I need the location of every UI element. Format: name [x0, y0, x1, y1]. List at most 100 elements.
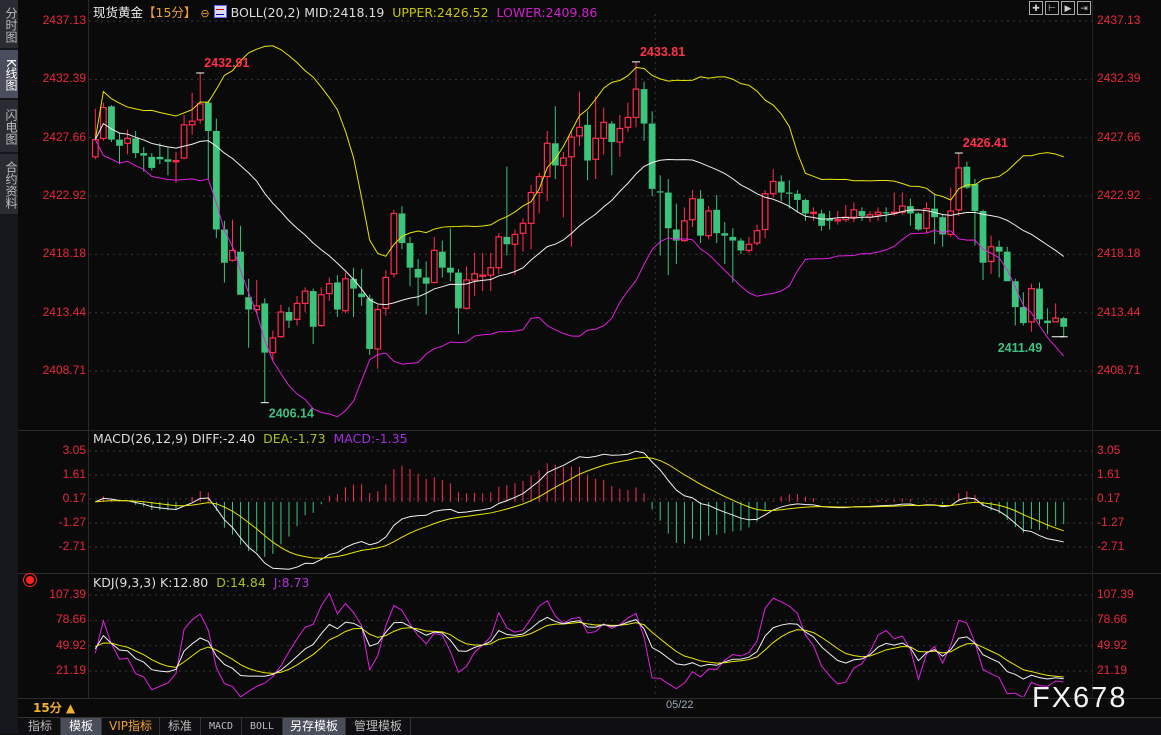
candle-body: [204, 102, 212, 131]
candle: [842, 204, 850, 223]
candle-body: [285, 312, 293, 321]
candle: [705, 206, 713, 240]
candle-body: [277, 311, 285, 338]
candle: [979, 209, 987, 280]
candle-body: [592, 137, 600, 160]
candle: [1052, 303, 1060, 323]
bottom-tab-4[interactable]: MACD: [201, 718, 242, 735]
candle: [584, 111, 591, 181]
candle-body: [511, 233, 519, 245]
candle-body: [737, 240, 745, 251]
candle-body: [1036, 288, 1043, 320]
candle: [664, 179, 672, 276]
candle-body: [777, 181, 785, 193]
candle-body: [971, 183, 979, 212]
candle: [753, 224, 761, 246]
bottom-tab-6[interactable]: 另存模板: [283, 718, 346, 735]
candle: [196, 72, 204, 124]
bottom-tab-0[interactable]: 指标: [20, 718, 61, 735]
indicator-chart-icon[interactable]: [213, 5, 227, 18]
candle-body: [382, 276, 390, 309]
candle: [438, 240, 446, 278]
price-axis-label-right: 2408.71: [1097, 363, 1141, 377]
period-label[interactable]: 【15分】: [143, 5, 196, 20]
candle-body: [559, 157, 567, 167]
candle: [204, 100, 212, 180]
candle: [406, 236, 414, 287]
macd-axis-label-left: 1.61: [62, 467, 86, 481]
macd-axis-label-left: 3.05: [62, 443, 86, 457]
candle-body: [132, 138, 140, 154]
collapse-circle-icon[interactable]: ⊖: [200, 7, 209, 20]
candle: [398, 206, 406, 250]
macd-axis-label-right: 3.05: [1097, 443, 1121, 457]
kdj-header: KDJ(9,3,3) K:12.80 D:14.84 J:8.73: [93, 575, 310, 590]
candle: [479, 252, 487, 292]
move-right-icon[interactable]: ⇥: [1077, 1, 1091, 15]
indicator-settings-dot-icon[interactable]: [26, 576, 34, 584]
chart-title-row: 现货黄金【15分】 ⊖ BOLL(20,2) MID:2418.19 UPPER…: [93, 2, 597, 21]
candle: [519, 218, 527, 252]
kdj-d-label: D:14.84: [216, 575, 266, 590]
price-annotations: 2432.91 2433.81 2426.41 2406.14 2411.49: [196, 45, 1068, 421]
bottom-tab-3[interactable]: 标准: [160, 718, 201, 735]
chart-canvas[interactable]: 2432.91 2433.81 2426.41 2406.14 2411.49: [0, 0, 1161, 734]
macd-axis-label-right: 1.61: [1097, 467, 1121, 481]
candle: [422, 261, 430, 315]
crosshair-icon[interactable]: ✚: [1029, 1, 1043, 15]
bottom-tab-5[interactable]: BOLL: [242, 718, 283, 735]
price-axis-label-right: 2427.66: [1097, 129, 1141, 144]
candle-body: [430, 249, 438, 284]
grid-lines: [89, 14, 1092, 698]
candle-body: [309, 291, 317, 327]
macd-panel: [95, 450, 1065, 570]
candle-body: [317, 294, 325, 327]
candle-body: [446, 267, 454, 273]
price-axis-label-left: 2413.44: [42, 304, 86, 319]
candle: [535, 172, 543, 214]
candle: [1060, 316, 1068, 337]
candle-body: [729, 236, 737, 241]
bottom-tab-1[interactable]: 模板: [61, 718, 102, 735]
candle-body: [503, 236, 511, 245]
candle-body: [487, 267, 495, 276]
candle: [156, 143, 164, 165]
candle-body: [301, 290, 309, 304]
candle: [358, 268, 366, 306]
candle: [446, 228, 454, 282]
time-axis-label: 05/22: [666, 699, 694, 711]
candle: [188, 92, 196, 135]
macd-value-label: MACD:-1.35: [333, 431, 408, 446]
price-axis-label-left: 2432.39: [42, 71, 86, 86]
macd-axis-label-right: 0.17: [1097, 491, 1121, 505]
bottom-tab-2[interactable]: VIP指标: [102, 718, 160, 735]
candle: [737, 238, 745, 255]
bottom-tab-7[interactable]: 管理模板: [346, 718, 411, 735]
candle-body: [995, 246, 1003, 252]
candle: [374, 304, 382, 369]
candle: [858, 207, 866, 221]
candle-body: [697, 198, 704, 236]
candle-body: [422, 277, 430, 284]
candle-body: [156, 156, 164, 160]
kdj-j-label: J:8.73: [273, 575, 310, 590]
play-icon[interactable]: ▶: [1061, 1, 1075, 15]
candle-body: [713, 209, 721, 234]
high-price-label: 2426.41: [963, 136, 1008, 150]
candle-body: [172, 159, 180, 163]
price-axis-label-left: 2437.13: [42, 13, 86, 27]
macd-diff-label: MACD(26,12,9) DIFF:-2.40: [93, 431, 256, 446]
candle: [317, 287, 325, 327]
zoom-range-icon[interactable]: ⊢: [1045, 1, 1059, 15]
candle: [624, 102, 632, 133]
period-selector[interactable]: 15分 ▲: [33, 699, 75, 716]
candle: [325, 277, 333, 301]
candle: [390, 209, 398, 278]
candle: [229, 219, 236, 262]
candle: [632, 61, 640, 128]
candle: [414, 259, 422, 306]
candle: [551, 106, 559, 180]
candle-body: [1060, 318, 1068, 327]
candle: [826, 211, 834, 230]
candle-body: [568, 136, 575, 158]
